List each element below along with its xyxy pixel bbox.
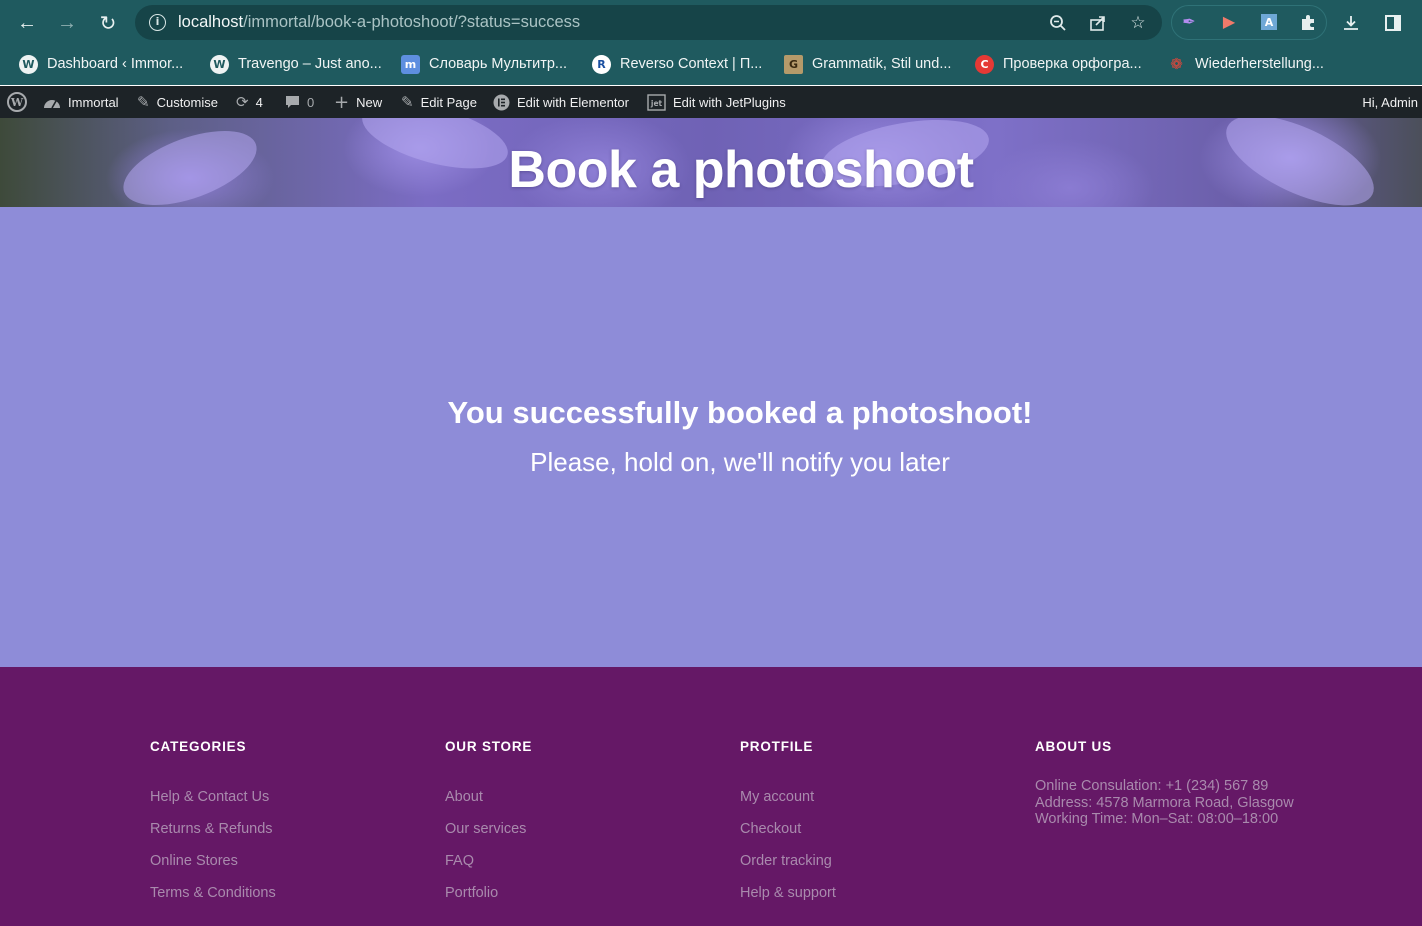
page-title: Book a photoshoot — [508, 141, 974, 199]
bookmark-label: Проверка орфогра... — [1003, 56, 1142, 72]
spellcheck-icon: C — [975, 54, 994, 74]
footer-link[interactable]: About — [445, 781, 532, 813]
comments-link[interactable]: 0 — [285, 86, 314, 118]
browser-toolbar: ← → ↻ i localhost/immortal/book-a-photos… — [0, 0, 1422, 45]
bookmark-spellcheck[interactable]: C Проверка орфогра... — [975, 53, 1142, 75]
footer-link[interactable]: Portfolio — [445, 877, 532, 909]
success-subheading: Please, hold on, we'll notify you later — [530, 447, 950, 477]
bookmark-travengo[interactable]: W Travengo – Just ano... — [210, 53, 382, 75]
footer-categories: CATEGORIES Help & Contact Us Returns & R… — [150, 739, 276, 909]
back-arrow-icon[interactable]: ← — [12, 8, 42, 38]
svg-text:jet: jet — [650, 99, 663, 108]
video-extension-icon[interactable]: ▶ — [1218, 11, 1240, 33]
footer-heading: ABOUT US — [1035, 739, 1112, 754]
footer-link[interactable]: FAQ — [445, 845, 532, 877]
hero-banner: Book a photoshoot — [0, 118, 1422, 207]
footer-link[interactable]: Our services — [445, 813, 532, 845]
footer-our-store: OUR STORE About Our services FAQ Portfol… — [445, 739, 532, 909]
success-heading: You successfully booked a photoshoot! — [447, 395, 1033, 430]
footer-heading: CATEGORIES — [150, 739, 247, 754]
plus-icon: + — [334, 91, 350, 113]
pencil-icon: ✎ — [401, 93, 414, 111]
wp-logo-menu[interactable]: W — [7, 86, 27, 118]
updates-refresh-icon: ⟳ — [236, 93, 249, 111]
comment-bubble-icon — [285, 95, 300, 110]
greeting-label: Hi, Admin — [1362, 94, 1418, 110]
success-section: You successfully booked a photoshoot! Pl… — [0, 207, 1422, 667]
edit-jetplugins-label: Edit with JetPlugins — [673, 94, 786, 110]
comments-count: 0 — [307, 94, 315, 110]
edit-page-link[interactable]: ✎ Edit Page — [401, 86, 477, 118]
bookmark-grammatik[interactable]: G Grammatik, Stil und... — [784, 53, 951, 75]
bookmark-label: Словарь Мультитр... — [429, 56, 567, 72]
wordpress-icon: W — [19, 54, 38, 74]
quill-extension-icon[interactable]: ✒ — [1178, 11, 1200, 33]
footer-link[interactable]: Order tracking — [740, 845, 836, 877]
paintbrush-icon: ✎ — [137, 93, 150, 111]
customise-link[interactable]: ✎ Customise — [137, 86, 218, 118]
footer-heading: OUR STORE — [445, 739, 533, 754]
footer-link[interactable]: Help & support — [740, 877, 836, 909]
wp-admin-bar: W Immortal ✎ Customise ⟳ 4 0 + New ✎ Edi… — [0, 86, 1422, 118]
customise-label: Customise — [156, 94, 218, 110]
url-path: /immortal/book-a-photoshoot/?status=succ… — [243, 13, 581, 31]
my-account-menu[interactable]: Hi, Admin — [1362, 86, 1418, 118]
bookmark-label: Reverso Context | П... — [620, 56, 763, 72]
maple-leaf-icon: ❁ — [1170, 55, 1183, 73]
share-icon[interactable] — [1086, 11, 1110, 35]
footer-heading: PROTFILE — [740, 739, 814, 754]
updates-link[interactable]: ⟳ 4 — [236, 86, 263, 118]
edit-jetplugins-link[interactable]: jet Edit with JetPlugins — [647, 86, 786, 118]
bookmark-dashboard[interactable]: W Dashboard ‹ Immor... — [19, 53, 183, 75]
multitran-icon: m — [401, 54, 420, 74]
forward-arrow-icon[interactable]: → — [52, 8, 82, 38]
edit-elementor-link[interactable]: Edit with Elementor — [493, 86, 629, 118]
new-content-menu[interactable]: + New — [334, 86, 382, 118]
footer-link[interactable]: Terms & Conditions — [150, 877, 276, 909]
bookmark-multitran[interactable]: m Словарь Мультитр... — [401, 53, 567, 75]
site-name-menu[interactable]: Immortal — [43, 86, 119, 118]
site-name-label: Immortal — [68, 94, 119, 110]
edit-elementor-label: Edit with Elementor — [517, 94, 629, 110]
new-label: New — [356, 94, 383, 110]
translator-extension-icon[interactable]: A — [1258, 11, 1280, 33]
reload-icon[interactable]: ↻ — [93, 8, 123, 38]
address-bar[interactable]: i localhost/immortal/book-a-photoshoot/?… — [135, 5, 1162, 40]
footer-link[interactable]: My account — [740, 781, 836, 813]
site-footer: CATEGORIES Help & Contact Us Returns & R… — [0, 667, 1422, 926]
footer-profile: PROTFILE My account Checkout Order track… — [740, 739, 836, 909]
bookmark-label: Grammatik, Stil und... — [812, 56, 952, 72]
bookmark-star-icon[interactable]: ☆ — [1126, 11, 1150, 35]
footer-link[interactable]: Returns & Refunds — [150, 813, 276, 845]
svg-text:A: A — [1265, 16, 1274, 29]
footer-link[interactable]: Help & Contact Us — [150, 781, 276, 813]
wordpress-icon: W — [210, 54, 229, 74]
extensions-group: ✒ ▶ A — [1171, 5, 1327, 40]
wordpress-logo-icon: W — [7, 92, 27, 112]
bookmark-wiederherstellung[interactable]: ❁ Wiederherstellung... — [1167, 53, 1324, 75]
jetplugins-icon: jet — [647, 93, 666, 111]
footer-hours-line: Working Time: Mon–Sat: 08:00–18:00 — [1035, 811, 1279, 827]
bookmark-reverso[interactable]: R Reverso Context | П... — [592, 53, 762, 75]
grammatik-icon: G — [784, 54, 803, 74]
url-text[interactable]: localhost/immortal/book-a-photoshoot/?st… — [178, 13, 580, 32]
footer-link[interactable]: Online Stores — [150, 845, 276, 877]
info-icon[interactable]: i — [149, 14, 166, 31]
footer-link[interactable]: Checkout — [740, 813, 836, 845]
reverso-icon: R — [592, 54, 611, 74]
footer-about-us: ABOUT US Online Consulation: +1 (234) 56… — [1035, 739, 1294, 831]
side-panel-icon[interactable] — [1378, 8, 1408, 38]
edit-page-label: Edit Page — [420, 94, 477, 110]
bookmark-label: Travengo – Just ano... — [238, 56, 382, 72]
download-icon[interactable] — [1336, 8, 1366, 38]
url-host: localhost — [178, 13, 244, 31]
dashboard-gauge-icon — [43, 95, 61, 109]
elementor-icon — [493, 94, 510, 111]
updates-count: 4 — [255, 94, 263, 110]
extensions-puzzle-icon[interactable] — [1297, 11, 1319, 33]
bookmark-label: Dashboard ‹ Immor... — [47, 56, 184, 72]
zoom-icon[interactable] — [1046, 11, 1070, 35]
bookmark-label: Wiederherstellung... — [1195, 56, 1324, 72]
bookmarks-bar: W Dashboard ‹ Immor... W Travengo – Just a… — [0, 45, 1422, 85]
